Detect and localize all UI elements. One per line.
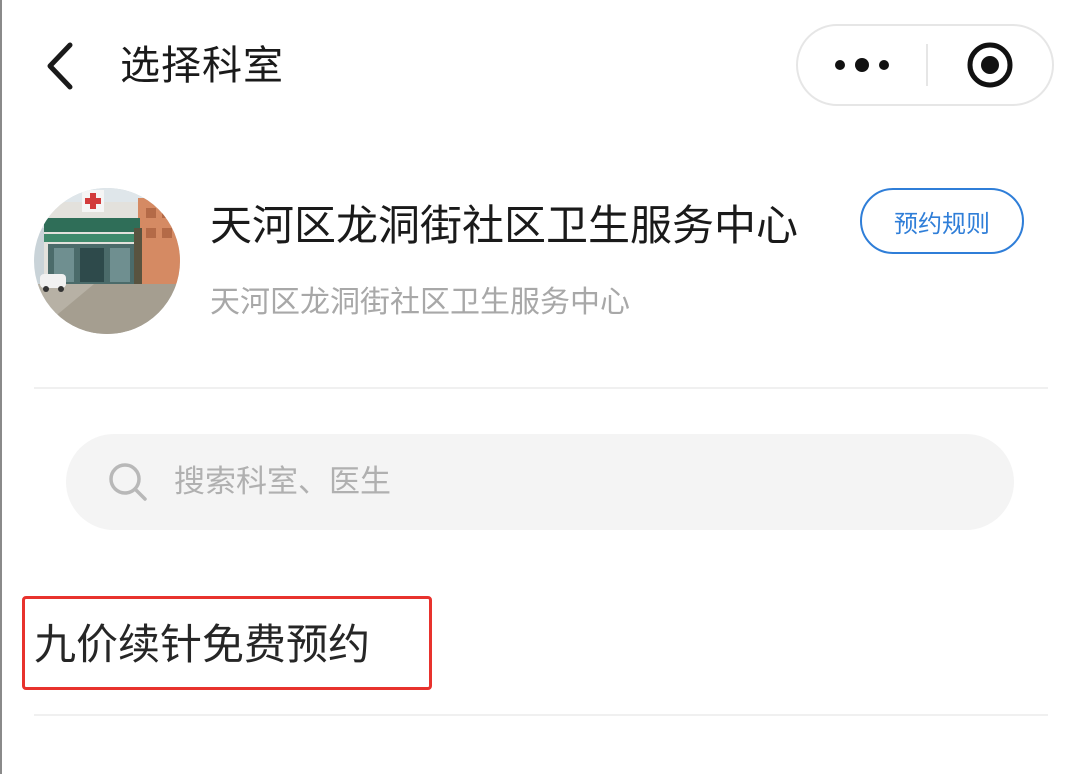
search-input[interactable]: 搜索科室、医生 [66, 434, 1014, 530]
header-divider [34, 387, 1048, 389]
search-icon [109, 463, 147, 501]
hospital-name: 天河区龙洞街社区卫生服务中心 [210, 201, 799, 250]
hospital-subtitle: 天河区龙洞街社区卫生服务中心 [210, 285, 630, 320]
close-miniprogram-button[interactable] [928, 26, 1052, 104]
more-button[interactable] [798, 26, 926, 104]
more-dots-icon [835, 58, 889, 72]
hospital-building-photo [34, 188, 180, 334]
window-left-edge [0, 0, 2, 774]
booking-rules-button[interactable]: 预约规则 [860, 188, 1024, 254]
hospital-avatar [34, 188, 180, 334]
record-target-icon [967, 42, 1013, 88]
list-divider [34, 714, 1048, 716]
search-placeholder: 搜索科室、医生 [174, 464, 391, 500]
chevron-left-icon [47, 42, 73, 90]
back-button[interactable] [30, 36, 90, 96]
department-label[interactable]: 九价续针免费预约 [34, 618, 370, 672]
miniprogram-capsule [796, 24, 1054, 106]
page-title: 选择科室 [120, 43, 284, 89]
